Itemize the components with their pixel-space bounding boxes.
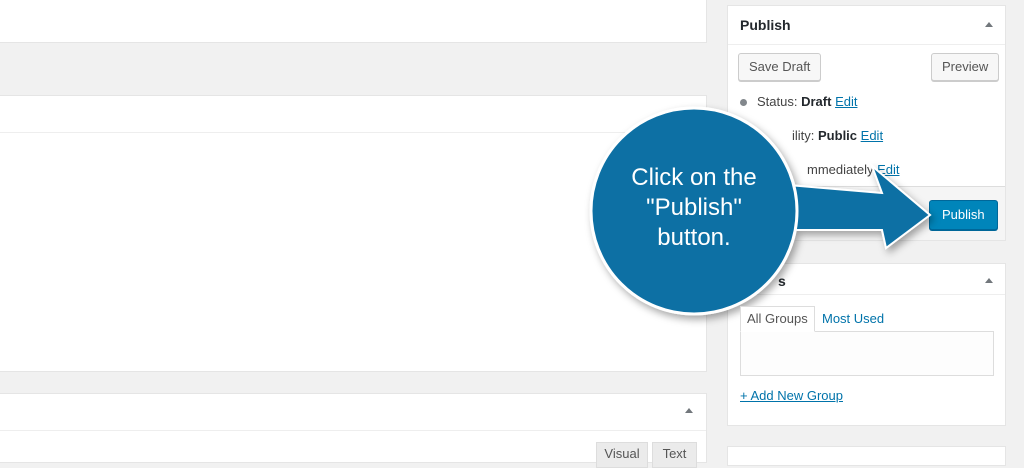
callout-arrow [783, 162, 932, 250]
callout-text: Click on the "Publish" button. [604, 163, 784, 253]
callout-line-2: "Publish" [646, 194, 742, 221]
callout-line-1: Click on the [631, 164, 757, 191]
tab-all-groups[interactable]: All Groups [740, 306, 815, 332]
callout-line-3: button. [657, 224, 731, 251]
callout-overlay [589, 106, 932, 316]
